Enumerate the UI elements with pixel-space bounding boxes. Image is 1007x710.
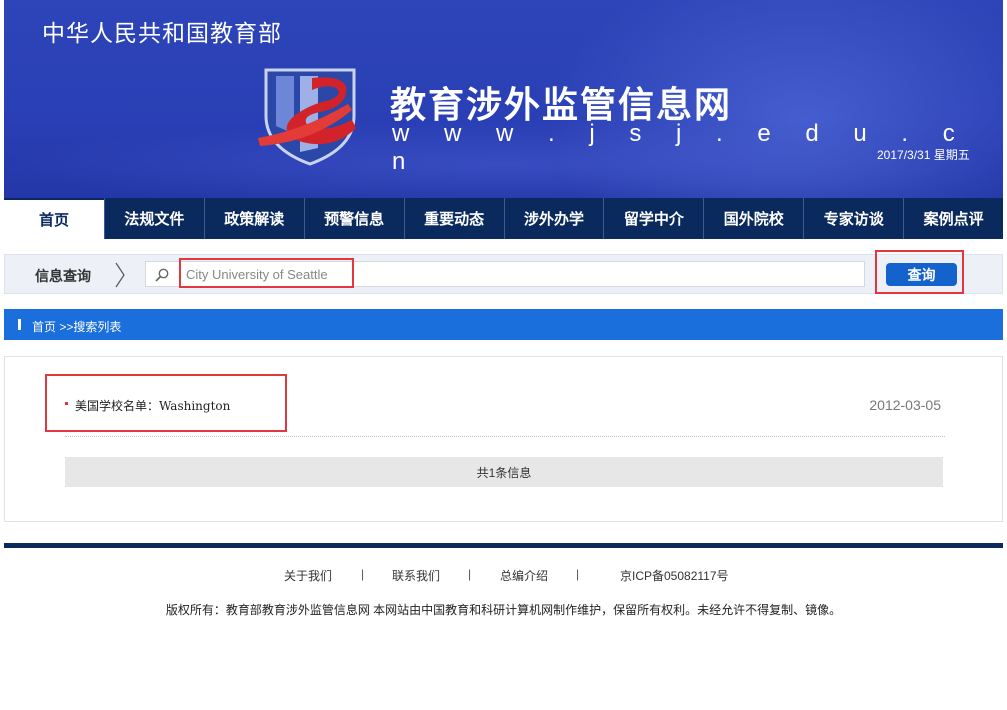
footer-separator: | <box>361 567 365 581</box>
nav-item-policy[interactable]: 政策解读 <box>203 198 304 239</box>
nav-item-home[interactable]: 首页 <box>4 198 104 239</box>
result-count: 共1条信息 <box>65 457 943 487</box>
breadcrumb: 首页 >>搜索列表 <box>4 309 1003 340</box>
nav-item-foreign-schools[interactable]: 国外院校 <box>703 198 803 239</box>
footer-link-editor[interactable]: 总编介绍 <box>500 567 548 584</box>
search-label: 信息查询 <box>35 268 91 284</box>
nav-item-foreign-education[interactable]: 涉外办学 <box>503 198 604 239</box>
current-date: 2017/3/31 星期五 <box>877 148 970 162</box>
footer-links: 关于我们 | 联系我们 | 总编介绍 | 京ICP备05082117号 <box>0 567 1007 585</box>
site-logo-icon[interactable] <box>254 64 364 166</box>
nav-item-news[interactable]: 重要动态 <box>403 198 504 239</box>
result-highlight <box>45 374 287 432</box>
site-header: 中华人民共和国教育部 教育涉外监管信息网 w w w . j s j . e d… <box>4 0 1003 198</box>
search-icon <box>155 268 169 282</box>
main-nav: 首页 法规文件 政策解读 预警信息 重要动态 涉外办学 留学中介 国外院校 专家… <box>4 198 1003 239</box>
footer-icp-link[interactable]: 京ICP备05082117号 <box>620 567 729 584</box>
footer-link-contact[interactable]: 联系我们 <box>392 567 440 584</box>
search-bar: 信息查询 查询 <box>4 254 1003 294</box>
copyright-text: 版权所有：教育部教育涉外监管信息网 本网站由中国教育和科研计算机网制作维护，保留… <box>165 603 842 617</box>
chevron-right-icon <box>115 262 125 288</box>
nav-item-study-agencies[interactable]: 留学中介 <box>603 198 703 239</box>
breadcrumb-path: 首页 >>搜索列表 <box>32 318 121 335</box>
footer-separator: | <box>468 567 472 581</box>
footer-link-about[interactable]: 关于我们 <box>284 567 332 584</box>
footer-separator: | <box>576 567 580 581</box>
nav-item-interviews[interactable]: 专家访谈 <box>803 198 903 239</box>
result-date: 2012-03-05 <box>869 397 941 413</box>
search-button-highlight <box>875 250 964 294</box>
breadcrumb-current: >>搜索列表 <box>59 320 122 334</box>
nav-item-regulations[interactable]: 法规文件 <box>103 198 204 239</box>
footer-divider <box>4 543 1003 548</box>
nav-item-warnings[interactable]: 预警信息 <box>303 198 404 239</box>
nav-item-cases[interactable]: 案例点评 <box>903 198 1003 239</box>
search-input-highlight <box>179 258 354 288</box>
breadcrumb-marker <box>18 319 21 330</box>
ministry-name: 中华人民共和国教育部 <box>42 20 282 46</box>
breadcrumb-home-link[interactable]: 首页 <box>32 320 56 334</box>
